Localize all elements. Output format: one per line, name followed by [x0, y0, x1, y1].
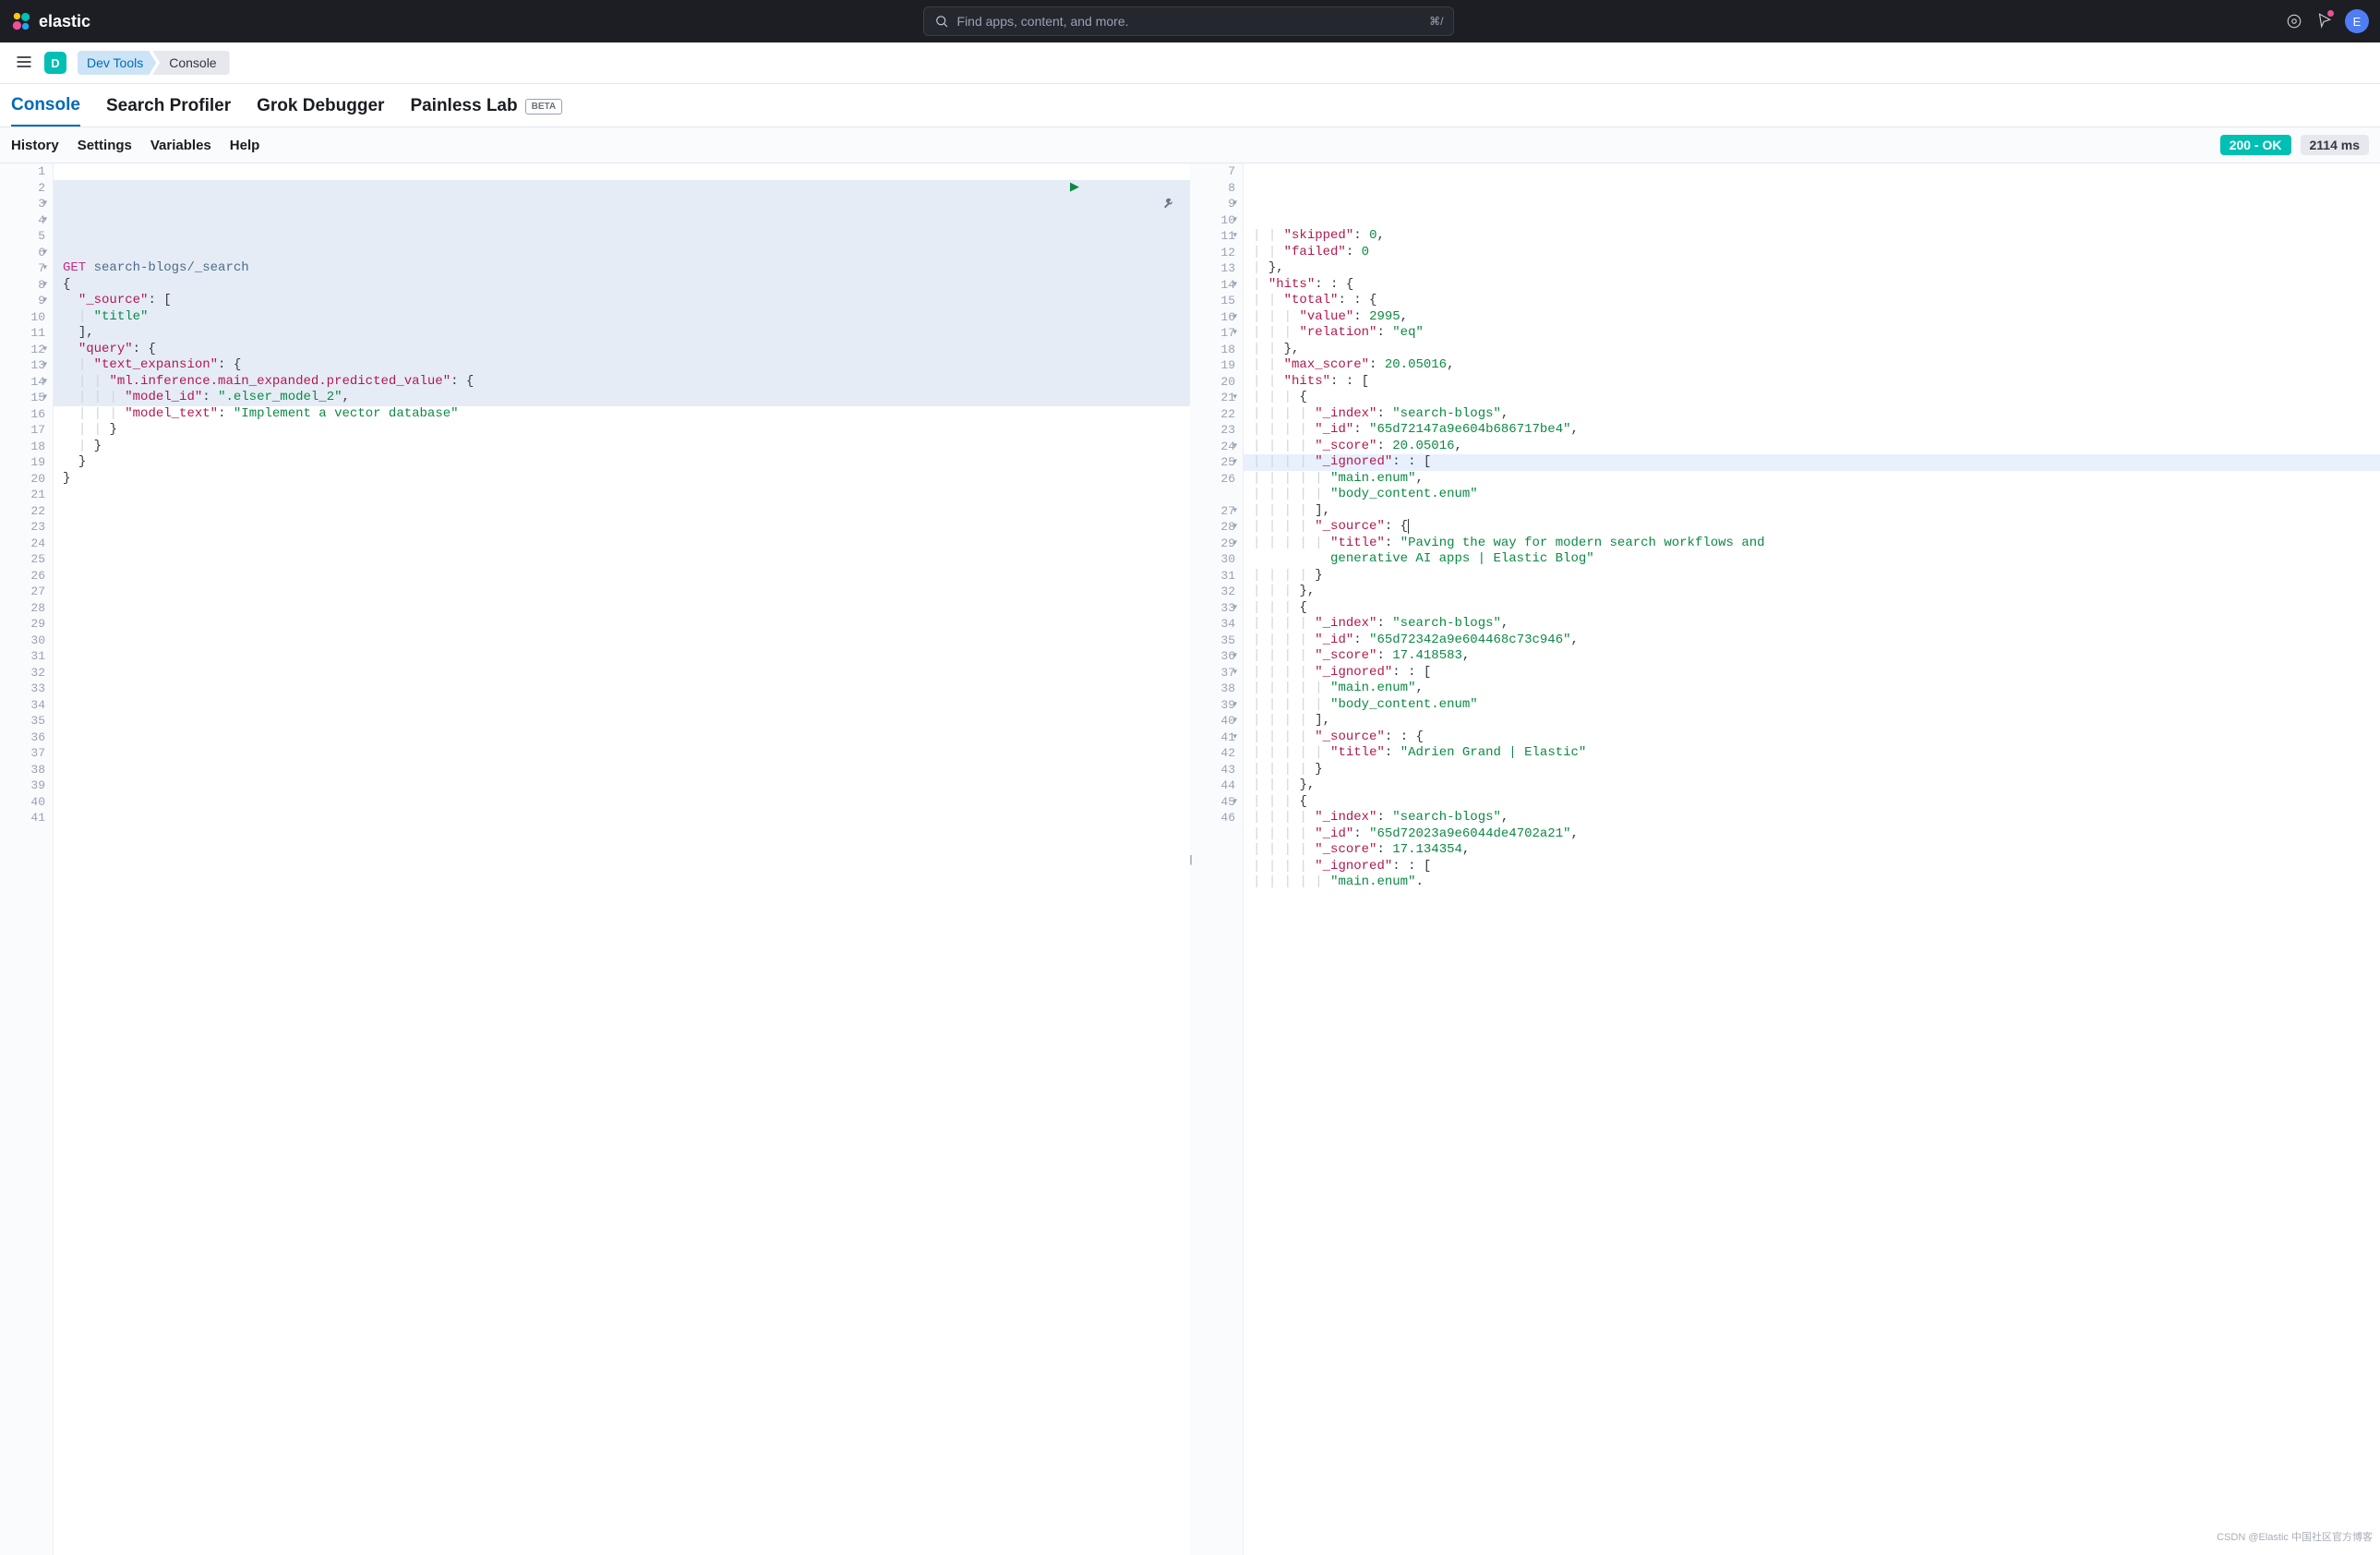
tab-console[interactable]: Console	[11, 95, 80, 127]
newsfeed-button[interactable]	[2315, 12, 2332, 31]
hamburger-icon	[15, 53, 33, 71]
elastic-cluster-icon	[11, 11, 31, 31]
run-request-button[interactable]: ▶	[1070, 179, 1079, 233]
request-editor[interactable]: 123▾4▾56▾7▾8▾9▾101112▾13▾14▾15▾161718192…	[0, 163, 1190, 1555]
tab-painless-lab[interactable]: Painless Lab BETA	[410, 95, 562, 127]
breadcrumb: Dev Tools Console	[78, 51, 230, 75]
request-options-button[interactable]	[1085, 179, 1177, 233]
response-status: 200 - OK	[2220, 135, 2291, 155]
response-viewer[interactable]: 789▾10▾11▾121314▾1516▾17▾18192021▾222324…	[1190, 163, 2380, 1555]
global-search[interactable]: ⌘/	[923, 6, 1454, 36]
pane-resize-handle[interactable]: ||	[1189, 854, 1191, 865]
menu-help[interactable]: Help	[230, 138, 260, 153]
search-input[interactable]	[957, 14, 1423, 29]
breadcrumb-dev-tools[interactable]: Dev Tools	[78, 51, 156, 75]
request-code[interactable]: ▶ GET search-blogs/_search{ "_source": […	[54, 163, 1190, 1555]
menu-history[interactable]: History	[11, 138, 59, 153]
nav-toggle-button[interactable]	[15, 53, 33, 74]
global-header: elastic ⌘/ E	[0, 0, 2380, 42]
watermark: CSDN @Elastic 中国社区官方博客	[2217, 1529, 2373, 1544]
response-gutter: 789▾10▾11▾121314▾1516▾17▾18192021▾222324…	[1190, 163, 1244, 1555]
dev-tools-tabs: Console Search Profiler Grok Debugger Pa…	[0, 84, 2380, 127]
search-shortcut: ⌘/	[1429, 15, 1443, 28]
breadcrumb-console: Console	[152, 51, 229, 75]
elastic-logo[interactable]: elastic	[11, 11, 90, 31]
response-code: | | "skipped": 0,| | "failed": 0| },| "h…	[1244, 163, 2380, 1555]
tab-search-profiler[interactable]: Search Profiler	[106, 95, 231, 127]
sub-header: D Dev Tools Console	[0, 42, 2380, 84]
console-toolbar: History Settings Variables Help 200 - OK…	[0, 127, 2380, 163]
request-gutter: 123▾4▾56▾7▾8▾9▾101112▾13▾14▾15▾161718192…	[0, 163, 54, 1555]
beta-badge: BETA	[525, 99, 562, 115]
menu-variables[interactable]: Variables	[150, 138, 211, 153]
notification-dot	[2327, 10, 2334, 17]
user-avatar[interactable]: E	[2345, 9, 2369, 33]
console-editors: || 123▾4▾56▾7▾8▾9▾101112▾13▾14▾15▾161718…	[0, 163, 2380, 1555]
tab-grok-debugger[interactable]: Grok Debugger	[257, 95, 384, 127]
response-time: 2114 ms	[2301, 135, 2370, 155]
brand-text: elastic	[39, 12, 90, 31]
menu-settings[interactable]: Settings	[78, 138, 132, 153]
app-badge[interactable]: D	[44, 52, 66, 74]
search-icon	[933, 13, 950, 30]
help-icon[interactable]	[2286, 13, 2302, 30]
wrench-icon	[1162, 196, 1177, 211]
